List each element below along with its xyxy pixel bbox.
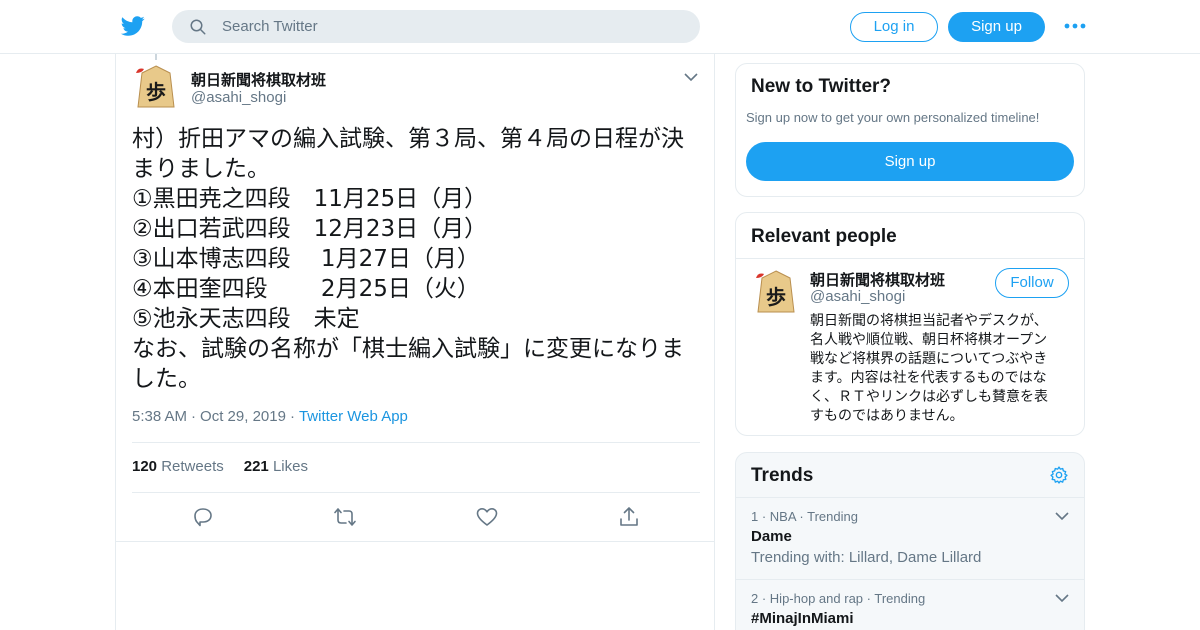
trend-related: Trending with: Lillard, Dame Lillard xyxy=(751,549,982,566)
chevron-down-icon[interactable] xyxy=(1055,511,1069,521)
gear-icon[interactable] xyxy=(1049,465,1069,485)
retweets-count: 120 xyxy=(132,458,158,475)
trend-item[interactable]: 2 · Hip-hop and rap · Trending #MinajInM… xyxy=(736,579,1084,630)
sidebar-signup-button[interactable]: Sign up xyxy=(746,142,1074,181)
tweet-text-line: ①黒田尭之四段 11月25日（月） xyxy=(132,186,488,212)
likes-label: Likes xyxy=(272,458,308,475)
trend-name: #MinajInMiami xyxy=(751,610,854,627)
top-navigation-bar: Log in Sign up xyxy=(0,0,1200,54)
tweet-time[interactable]: 5:38 AM xyxy=(132,408,187,425)
tweet-text-line: ⑤池永天志四段 未定 xyxy=(132,306,360,332)
follow-button[interactable]: Follow xyxy=(995,268,1069,298)
tweet-actions-bar xyxy=(116,505,716,529)
bio-line: ます。内容は社を代表するものではな xyxy=(810,370,1047,386)
trends-module: Trends 1 · NBA · Trending Dame Trending … xyxy=(735,452,1085,630)
twitter-bird-logo-icon[interactable] xyxy=(120,14,146,38)
trend-status: Trending xyxy=(807,509,858,524)
retweets-stat[interactable]: 120 Retweets xyxy=(132,458,224,475)
svg-text:歩: 歩 xyxy=(766,285,786,309)
tweet-text-line: なお、試験の名称が「棋士編入試験」に変更になりま xyxy=(132,336,684,362)
trend-context: 2 · Hip-hop and rap · Trending xyxy=(751,591,926,606)
author-handle[interactable]: @asahi_shogi xyxy=(191,89,286,106)
bio-line: 戦など将棋界の話題についてつぶやき xyxy=(810,351,1048,367)
login-button[interactable]: Log in xyxy=(850,12,938,42)
trend-name: Dame xyxy=(751,528,792,545)
divider xyxy=(116,541,714,542)
reply-icon[interactable] xyxy=(191,505,215,529)
retweet-icon[interactable] xyxy=(333,505,357,529)
bio-line: 朝日新聞の将棋担当記者やデスクが、 xyxy=(810,313,1048,329)
likes-stat[interactable]: 221 Likes xyxy=(244,458,308,475)
tweet-text-line: ④本田奎四段 2月25日（火） xyxy=(132,276,480,302)
bio-line: 名人戦や順位戦、朝日杯将棋オープン xyxy=(810,332,1048,348)
person-handle[interactable]: @asahi_shogi xyxy=(810,288,905,305)
tweet-stats: 120 Retweets 221 Likes xyxy=(132,458,308,475)
thread-connector-line xyxy=(155,54,157,60)
relevant-people-module: Relevant people 歩 朝日新聞将棋取材班 @asahi_shogi… xyxy=(735,212,1085,436)
person-avatar[interactable]: 歩 xyxy=(752,268,800,316)
trend-status: Trending xyxy=(874,591,926,606)
person-bio: 朝日新聞の将棋担当記者やデスクが、 名人戦や順位戦、朝日杯将棋オープン 戦など将… xyxy=(810,312,1072,426)
trend-context: 1 · NBA · Trending xyxy=(751,509,858,524)
signup-button[interactable]: Sign up xyxy=(948,12,1045,42)
module-title: Relevant people xyxy=(751,226,897,247)
module-subtitle: Sign up now to get your own personalized… xyxy=(746,110,1040,125)
likes-count: 221 xyxy=(243,458,269,475)
module-title: Trends xyxy=(751,465,814,486)
bio-line: く、ＲＴやリンクは必ずしも賛意を表 xyxy=(810,389,1048,405)
new-to-twitter-module: New to Twitter? Sign up now to get your … xyxy=(735,63,1085,197)
trend-category: Hip-hop and rap xyxy=(769,591,864,606)
bio-line: すものではありません。 xyxy=(810,408,964,424)
separator-dot: · xyxy=(191,408,197,425)
trend-rank: 1 xyxy=(751,509,759,524)
tweet-detail: 歩 朝日新聞将棋取材班 @asahi_shogi 村）折田アマの編入試験、第３局… xyxy=(115,54,715,630)
chevron-down-icon[interactable] xyxy=(684,72,698,82)
tweet-date[interactable]: Oct 29, 2019 xyxy=(200,408,286,425)
more-options-icon[interactable] xyxy=(1064,20,1086,32)
divider xyxy=(132,492,700,493)
separator-dot: · xyxy=(289,408,295,425)
svg-text:歩: 歩 xyxy=(146,80,166,104)
search-icon xyxy=(190,19,206,35)
person-display-name[interactable]: 朝日新聞将棋取材班 xyxy=(810,269,945,290)
divider xyxy=(736,258,1084,259)
trend-rank: 2 xyxy=(751,591,759,606)
tweet-text-line: した。 xyxy=(132,366,201,392)
trend-category: NBA xyxy=(769,509,796,524)
tweet-text-line: 村）折田アマの編入試験、第３局、第４局の日程が決 xyxy=(132,126,684,152)
chevron-down-icon[interactable] xyxy=(1055,593,1069,603)
trend-item[interactable]: 1 · NBA · Trending Dame Trending with: L… xyxy=(736,497,1084,579)
search-box[interactable] xyxy=(172,10,700,43)
tweet-text: 村）折田アマの編入試験、第３局、第４局の日程が決 まりました。 ①黒田尭之四段 … xyxy=(132,124,702,394)
divider xyxy=(132,442,700,443)
tweet-metadata: 5:38 AM · Oct 29, 2019 · Twitter Web App xyxy=(132,408,408,425)
tweet-text-line: ③山本博志四段 1月27日（月） xyxy=(132,246,480,272)
author-display-name[interactable]: 朝日新聞将棋取材班 xyxy=(191,69,326,90)
search-input[interactable] xyxy=(222,10,682,43)
profile-avatar[interactable]: 歩 xyxy=(132,63,180,111)
retweets-label: Retweets xyxy=(161,458,224,475)
module-title: New to Twitter? xyxy=(751,76,892,97)
tweet-source-link[interactable]: Twitter Web App xyxy=(299,408,408,425)
share-icon[interactable] xyxy=(617,505,641,529)
tweet-text-line: まりました。 xyxy=(132,156,270,182)
tweet-text-line: ②出口若武四段 12月23日（月） xyxy=(132,216,488,242)
like-heart-icon[interactable] xyxy=(475,505,499,529)
